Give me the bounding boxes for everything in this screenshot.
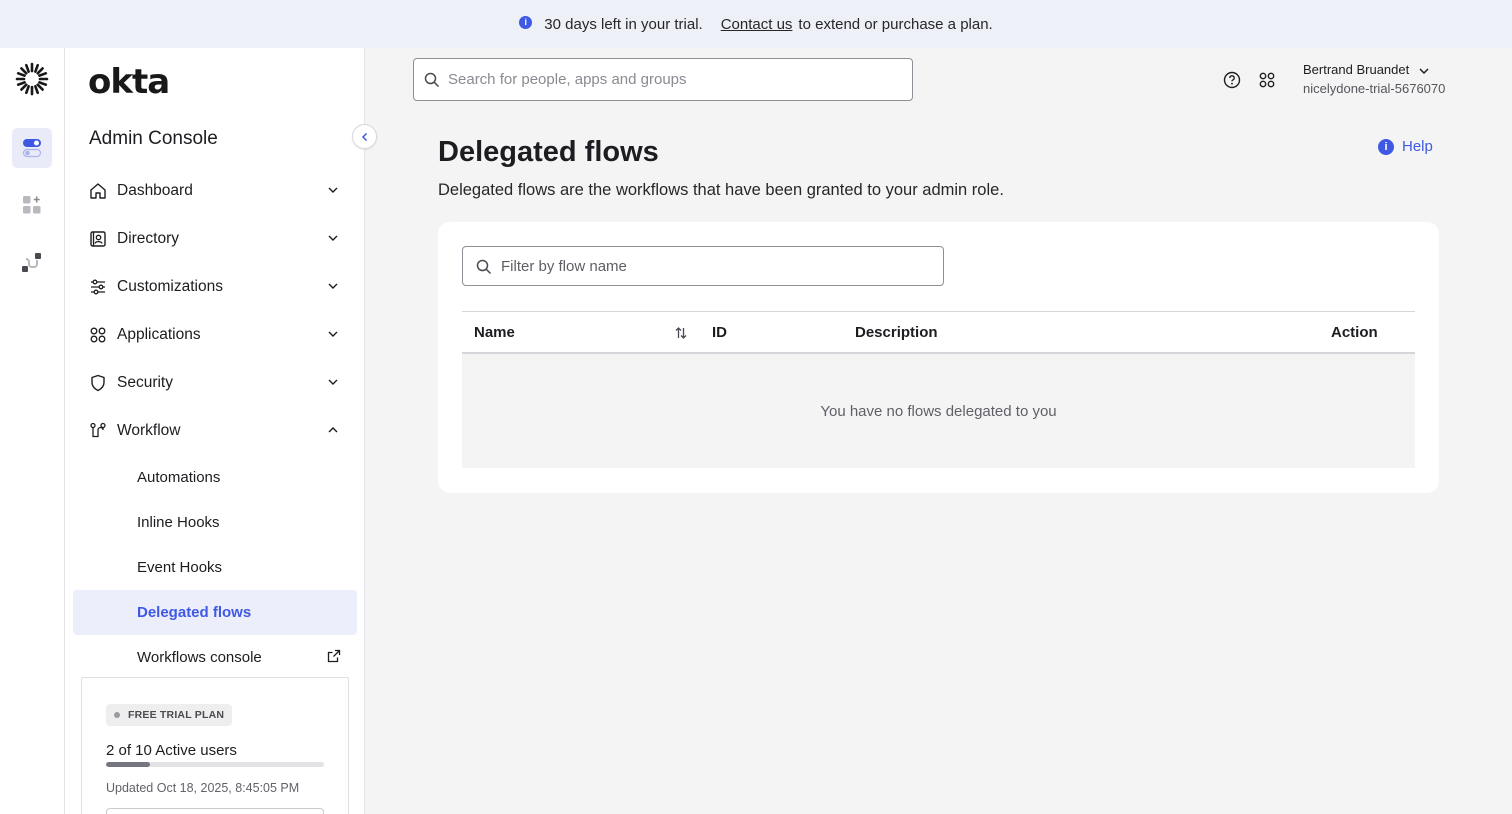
global-search-placeholder: Search for people, apps and groups [448,71,687,88]
trial-banner: i 30 days left in your trial. Contact us… [0,0,1512,48]
app-rail [0,48,65,814]
sort-icon[interactable] [675,326,687,340]
sidebar-subitem-label: Event Hooks [137,559,223,576]
chevron-up-icon [328,427,338,433]
sidebar-item-label: Dashboard [117,182,193,199]
column-header-action: Action [1331,324,1378,341]
add-app-icon [23,196,41,214]
chevron-down-icon [328,235,338,241]
info-icon: i [519,15,533,29]
trial-plan-card: FREE TRIAL PLAN 2 of 10 Active users Upd… [81,677,349,814]
sidebar-item-directory[interactable]: Directory [73,215,357,263]
sidebar-nav: Dashboard Directory Customizations Appli… [73,167,357,663]
info-icon: i [1378,138,1394,155]
sliders-icon [89,278,107,296]
sidebar-subitem-label: Delegated flows [137,604,252,621]
trial-card-button[interactable] [106,808,324,814]
flows-table-header: Name ID Description Action [462,311,1415,354]
search-icon [476,259,492,275]
column-header-id: ID [712,324,727,341]
trial-text: 30 days left in your trial. [544,15,703,33]
admin-toggle-button[interactable] [12,128,52,168]
sidebar-item-label: Security [117,374,173,391]
question-circle-icon [1223,71,1241,89]
admin-toggle-icon [22,139,42,158]
sidebar-item-label: Directory [117,230,180,247]
chevron-left-icon [361,132,367,141]
okta-logo[interactable]: okta [88,62,170,102]
chevron-down-icon [328,283,338,289]
empty-state-row: You have no flows delegated to you [462,354,1415,468]
sidebar-item-security[interactable]: Security [73,359,357,407]
console-title: Admin Console [89,128,218,149]
chevron-down-icon[interactable] [1418,65,1430,77]
active-users-text: 2 of 10 Active users [106,742,237,759]
okta-sunburst-icon[interactable] [15,62,49,96]
external-link-icon [327,649,341,663]
column-header-description: Description [855,324,938,341]
page-description: Delegated flows are the workflows that h… [438,181,1004,199]
sidebar-subitem-workflows-console[interactable]: Workflows console [73,635,357,663]
help-label: Help [1402,138,1433,155]
chevron-down-icon [328,331,338,337]
trial-after-text: to extend or purchase a plan. [798,15,993,33]
app-switcher-button[interactable] [1257,70,1277,90]
trial-plan-badge: FREE TRIAL PLAN [106,704,233,726]
column-header-name[interactable]: Name [474,324,515,341]
workflow-icon [89,422,107,440]
flow-filter-placeholder: Filter by flow name [501,257,627,275]
flows-panel: Filter by flow name Name ID Description … [438,222,1439,493]
user-menu-name[interactable]: Bertrand Bruandet [1303,62,1409,77]
directory-icon [89,230,107,248]
contact-us-link[interactable]: Contact us [721,16,793,33]
sidebar-item-workflow[interactable]: Workflow [73,407,357,455]
home-icon [89,182,107,200]
active-users-progress-fill [106,762,150,767]
sidebar-subitem-event-hooks[interactable]: Event Hooks [73,545,357,590]
active-users-progress [106,762,324,767]
sidebar-item-applications[interactable]: Applications [73,311,357,359]
sidebar-subitem-automations[interactable]: Automations [73,455,357,500]
sidebar: okta Admin Console Dashboard Directory C… [65,48,365,814]
sidebar-subitem-label: Automations [137,469,221,486]
page-title: Delegated flows [438,136,659,168]
updated-timestamp: Updated Oct 18, 2025, 8:45:05 PM [106,781,300,795]
apps-grid-icon [1259,72,1275,88]
chevron-down-icon [328,187,338,193]
workflow-connector-button[interactable] [12,243,52,283]
sidebar-subitem-inline-hooks[interactable]: Inline Hooks [73,500,357,545]
flow-filter-input[interactable]: Filter by flow name [462,246,944,286]
sidebar-item-label: Applications [117,326,201,343]
global-search-input[interactable]: Search for people, apps and groups [413,58,913,101]
chevron-down-icon [328,379,338,385]
shield-icon [89,374,107,392]
sidebar-item-label: Customizations [117,278,223,295]
sidebar-item-label: Workflow [117,422,181,439]
sidebar-subitem-delegated-flows[interactable]: Delegated flows [73,590,357,635]
sidebar-item-customizations[interactable]: Customizations [73,263,357,311]
empty-state-message: You have no flows delegated to you [820,402,1057,420]
help-button[interactable] [1222,70,1242,90]
search-icon [424,72,440,88]
sidebar-subitem-label: Inline Hooks [137,514,220,531]
user-org-name: nicelydone-trial-5676070 [1303,81,1446,96]
sidebar-item-dashboard[interactable]: Dashboard [73,167,357,215]
sidebar-subitem-label: Workflows console [137,649,262,663]
workflow-connector-icon [22,253,41,272]
help-link[interactable]: i Help [1378,138,1433,155]
add-app-button[interactable] [12,185,52,225]
collapse-sidebar-button[interactable] [352,124,377,149]
grid-icon [89,326,107,344]
